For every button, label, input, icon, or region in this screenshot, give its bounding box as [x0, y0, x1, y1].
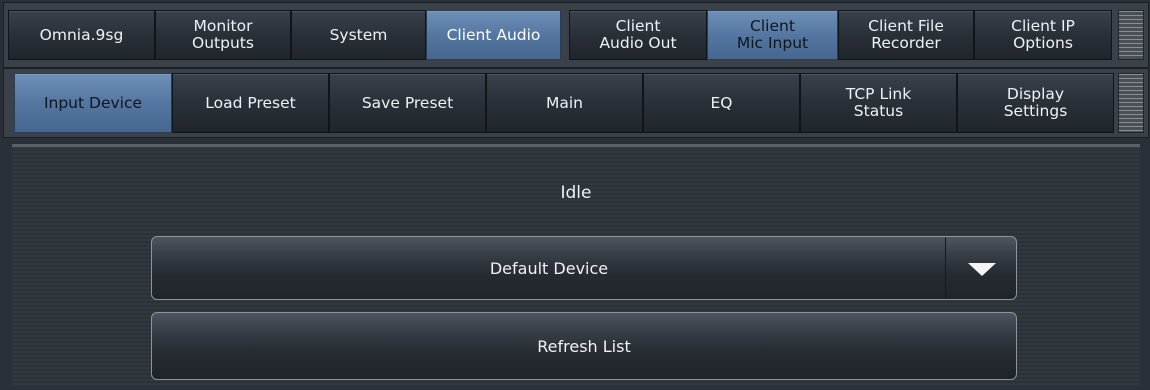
tab-system[interactable]: System: [291, 10, 426, 60]
status-text: Idle: [560, 183, 592, 203]
tab-omnia-9sg[interactable]: Omnia.9sg: [8, 10, 155, 60]
dropdown-divider: [945, 237, 946, 299]
tab-save-preset[interactable]: Save Preset: [329, 73, 486, 133]
menu-grip-icon[interactable]: [1118, 73, 1144, 133]
tab-eq[interactable]: EQ: [643, 73, 800, 133]
tab-client-ip-options[interactable]: Client IP Options: [974, 10, 1112, 60]
tab-display-settings[interactable]: Display Settings: [957, 73, 1114, 133]
selected-device-label: Default Device: [489, 258, 609, 278]
tab-load-preset[interactable]: Load Preset: [172, 73, 329, 133]
tab-client-mic-input[interactable]: Client Mic Input: [707, 10, 838, 60]
tab-monitor-outputs[interactable]: Monitor Outputs: [155, 10, 291, 60]
tab-tcp-link-status[interactable]: TCP Link Status: [800, 73, 957, 133]
tab-input-device[interactable]: Input Device: [14, 73, 172, 133]
chevron-down-icon[interactable]: [968, 263, 996, 276]
tab-main[interactable]: Main: [486, 73, 643, 133]
tab-client-file-recorder[interactable]: Client File Recorder: [838, 10, 974, 60]
section-nav-bar: Input Device Load Preset Save Preset Mai…: [3, 68, 1149, 138]
menu-grip-icon[interactable]: [1118, 10, 1144, 60]
tab-client-audio-out[interactable]: Client Audio Out: [569, 10, 707, 60]
input-device-select[interactable]: Default Device: [151, 236, 1017, 300]
app-window: Omnia.9sg Monitor Outputs System Client …: [0, 0, 1150, 390]
top-nav-bar: Omnia.9sg Monitor Outputs System Client …: [3, 2, 1149, 68]
refresh-list-button[interactable]: Refresh List: [151, 312, 1017, 380]
tab-client-audio[interactable]: Client Audio: [426, 10, 561, 60]
